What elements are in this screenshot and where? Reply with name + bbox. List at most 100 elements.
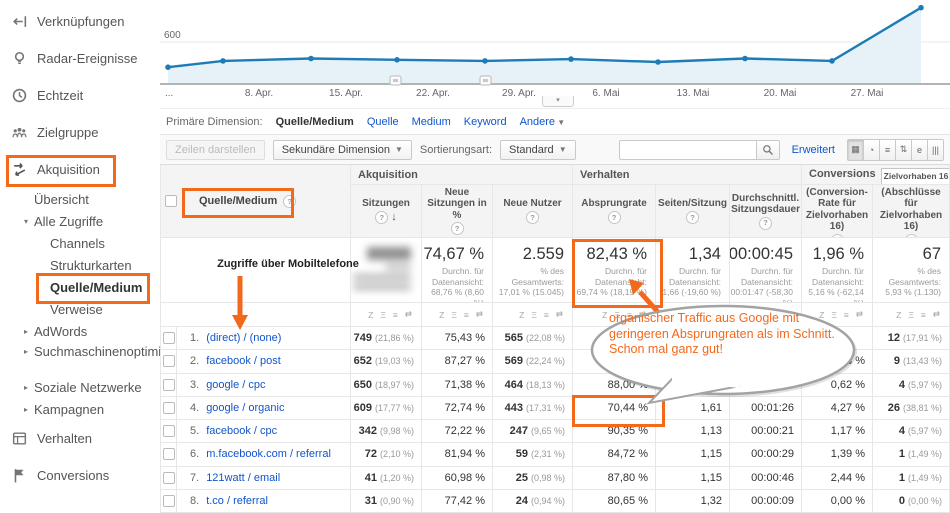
column-header-2[interactable]: Neue Sitzungen in %? bbox=[422, 185, 493, 238]
source-medium-link[interactable]: google / cpc bbox=[206, 379, 265, 391]
plain-value-icon[interactable]: Z bbox=[819, 310, 824, 320]
data-point[interactable] bbox=[655, 59, 661, 65]
percent-bars-icon[interactable]: Ξ bbox=[451, 310, 457, 320]
sidebar-item-verweise[interactable]: Verweise bbox=[0, 298, 160, 320]
plain-value-icon[interactable]: Z bbox=[439, 310, 444, 320]
source-medium-link[interactable]: m.facebook.com / referral bbox=[206, 448, 331, 460]
percentage-view-icon[interactable]: ◔ bbox=[864, 139, 880, 161]
data-point[interactable] bbox=[829, 58, 835, 64]
sort-type-select[interactable]: Standard▼ bbox=[500, 140, 576, 160]
data-point[interactable] bbox=[918, 5, 924, 11]
comparison-icon[interactable]: ⇄ bbox=[713, 309, 720, 320]
comparison-icon[interactable]: ⇄ bbox=[476, 309, 483, 320]
search-icon[interactable] bbox=[756, 140, 780, 160]
data-point[interactable] bbox=[220, 58, 226, 64]
row-checkbox[interactable] bbox=[163, 355, 175, 367]
data-point[interactable] bbox=[568, 56, 574, 62]
performance-bars-icon[interactable]: ≡ bbox=[393, 310, 398, 320]
sidebar-item-alle-zugriffe[interactable]: ▾Alle Zugriffe bbox=[0, 210, 160, 232]
performance-bars-icon[interactable]: ≡ bbox=[544, 310, 549, 320]
sidebar-item-echtzeit[interactable]: Echtzeit bbox=[0, 77, 160, 114]
help-icon[interactable]: ? bbox=[686, 211, 699, 224]
source-medium-link[interactable]: (direct) / (none) bbox=[206, 332, 281, 344]
row-checkbox[interactable] bbox=[163, 379, 175, 391]
comparison-icon[interactable]: ⇄ bbox=[556, 309, 563, 320]
performance-view-icon[interactable]: ≡ bbox=[880, 139, 896, 161]
source-medium-link[interactable]: facebook / cpc bbox=[206, 425, 277, 437]
row-checkbox[interactable] bbox=[163, 448, 175, 460]
help-icon[interactable]: ? bbox=[451, 222, 464, 235]
column-header-4[interactable]: Absprungrate? bbox=[573, 185, 656, 238]
row-checkbox[interactable] bbox=[163, 472, 175, 484]
comparison-icon[interactable]: ⇄ bbox=[856, 309, 863, 320]
sidebar-item-verknuepfungen[interactable]: Verknüpfungen bbox=[0, 3, 160, 40]
comparison-icon[interactable]: ⇄ bbox=[933, 309, 940, 320]
sidebar-item-seo[interactable]: ▸Suchmaschinenoptimierung bbox=[0, 342, 160, 376]
sidebar-item-channels[interactable]: Channels bbox=[0, 232, 160, 254]
performance-bars-icon[interactable]: ≡ bbox=[464, 310, 469, 320]
column-header-3[interactable]: Neue Nutzer? bbox=[493, 185, 573, 238]
data-point[interactable] bbox=[482, 58, 488, 64]
primary-dimension-option-keyword[interactable]: Keyword bbox=[464, 116, 507, 128]
sidebar-item-soziale-netzwerke[interactable]: ▸Soziale Netzwerke bbox=[0, 376, 160, 398]
primary-dimension-option-quelle[interactable]: Quelle bbox=[367, 116, 399, 128]
comparison-icon[interactable]: ⇄ bbox=[405, 309, 412, 320]
table-view-icon[interactable]: ▦ bbox=[847, 139, 864, 161]
term-cloud-view-icon[interactable]: e bbox=[912, 139, 928, 161]
primary-dimension-option-quelle-medium[interactable]: Quelle/Medium bbox=[276, 116, 354, 128]
comparison-view-icon[interactable]: ⇅ bbox=[896, 139, 912, 161]
primary-dimension-option-andere[interactable]: Andere ▼ bbox=[520, 116, 566, 128]
comparison-icon[interactable]: ⇄ bbox=[639, 309, 646, 320]
help-icon[interactable]: ? bbox=[375, 211, 388, 224]
percent-bars-icon[interactable]: Ξ bbox=[614, 310, 620, 320]
sidebar-item-akquisition[interactable]: Akquisition bbox=[0, 151, 160, 188]
sidebar-item-conversions[interactable]: Conversions bbox=[0, 457, 160, 494]
data-point[interactable] bbox=[394, 57, 400, 63]
performance-bars-icon[interactable]: ≡ bbox=[627, 310, 632, 320]
data-point[interactable] bbox=[308, 56, 314, 62]
sidebar-item-strukturkarten[interactable]: Strukturkarten bbox=[0, 254, 160, 276]
chart-collapse-tab[interactable]: ▾ bbox=[542, 96, 574, 107]
source-medium-link[interactable]: 121watt / email bbox=[206, 472, 280, 484]
source-medium-link[interactable]: t.co / referral bbox=[206, 495, 268, 507]
percent-bars-icon[interactable]: Ξ bbox=[760, 310, 766, 320]
plain-value-icon[interactable]: Z bbox=[896, 310, 901, 320]
advanced-filter-link[interactable]: Erweitert bbox=[792, 144, 835, 156]
column-header-1[interactable]: Sitzungen?↓ bbox=[351, 185, 422, 238]
help-icon[interactable]: ? bbox=[759, 217, 772, 230]
performance-bars-icon[interactable]: ≡ bbox=[921, 310, 926, 320]
plain-value-icon[interactable]: Z bbox=[602, 310, 607, 320]
comparison-icon[interactable]: ⇄ bbox=[785, 309, 792, 320]
data-point[interactable] bbox=[742, 56, 748, 62]
sidebar-item-kampagnen[interactable]: ▸Kampagnen bbox=[0, 398, 160, 420]
primary-dimension-option-medium[interactable]: Medium bbox=[412, 116, 451, 128]
sidebar-item-radar-ereignisse[interactable]: Radar-Ereignisse bbox=[0, 40, 160, 77]
plot-rows-button[interactable]: Zeilen darstellen bbox=[166, 140, 265, 160]
sidebar-item-uebersicht[interactable]: Übersicht bbox=[0, 188, 160, 210]
help-icon[interactable]: ? bbox=[608, 211, 621, 224]
row-checkbox[interactable] bbox=[163, 425, 175, 437]
secondary-dimension-button[interactable]: Sekundäre Dimension▼ bbox=[273, 140, 412, 160]
row-checkbox[interactable] bbox=[163, 495, 175, 507]
sidebar-item-quelle-medium[interactable]: Quelle/Medium bbox=[0, 276, 160, 298]
percent-bars-icon[interactable]: Ξ bbox=[531, 310, 537, 320]
help-icon[interactable]: ? bbox=[283, 195, 296, 208]
column-header-7[interactable]: Besuchszeit (Conversion-Rate für Zielvor… bbox=[802, 185, 873, 238]
column-header-6[interactable]: Durchschnittl. Sitzungsdauer? bbox=[730, 185, 802, 238]
plain-value-icon[interactable]: Z bbox=[676, 310, 681, 320]
sidebar-item-verhalten[interactable]: Verhalten bbox=[0, 420, 160, 457]
column-header-5[interactable]: Seiten/Sitzung? bbox=[656, 185, 730, 238]
plain-value-icon[interactable]: Z bbox=[519, 310, 524, 320]
sidebar-item-zielgruppe[interactable]: Zielgruppe bbox=[0, 114, 160, 151]
percent-bars-icon[interactable]: Ξ bbox=[688, 310, 694, 320]
table-search-input[interactable] bbox=[619, 140, 756, 160]
performance-bars-icon[interactable]: ≡ bbox=[701, 310, 706, 320]
row-checkbox[interactable] bbox=[163, 332, 175, 344]
column-header-source-medium[interactable]: Quelle/Medium? bbox=[183, 195, 296, 208]
sidebar-item-adwords[interactable]: ▸AdWords bbox=[0, 320, 160, 342]
goal-selector-dropdown[interactable]: Zielvorhaben 16: Besuchs bbox=[881, 168, 950, 185]
column-header-8[interactable]: Besuchszeit (Abschlüsse für Zielvorhaben… bbox=[873, 185, 950, 238]
select-all-checkbox[interactable] bbox=[165, 195, 177, 207]
percent-bars-icon[interactable]: Ξ bbox=[908, 310, 914, 320]
data-point[interactable] bbox=[165, 64, 171, 70]
